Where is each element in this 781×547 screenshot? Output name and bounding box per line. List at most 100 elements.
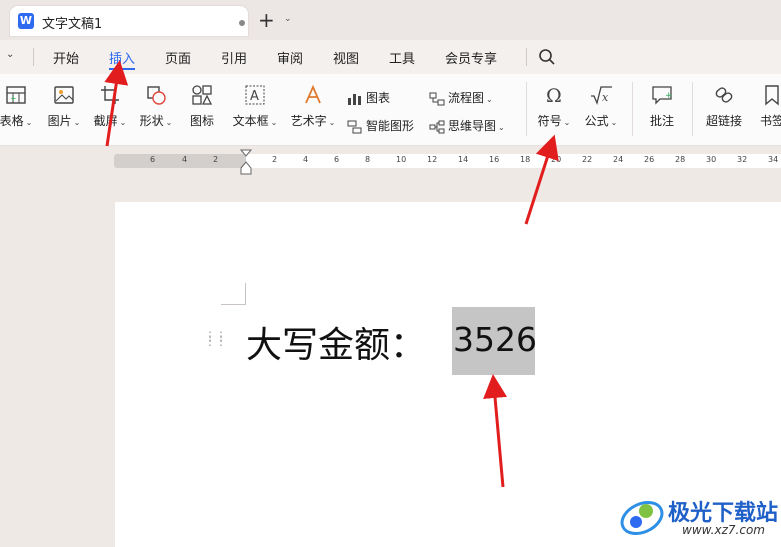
screenshot-button[interactable]: 截屏 ⌄ — [92, 84, 128, 129]
drag-handle-icon[interactable]: ⋮⋮ ⋮⋮ — [204, 330, 227, 347]
amount-value-selected[interactable]: 3526 — [453, 320, 537, 359]
ruler-tick: 6 — [334, 155, 340, 164]
textbox-label: 文本框 — [232, 114, 269, 128]
ruler-tick: 24 — [613, 155, 624, 164]
divider — [33, 48, 34, 66]
menu-tools[interactable]: 工具 — [389, 48, 415, 67]
table-label: 表格 — [0, 114, 24, 128]
margin-corner-mark — [221, 283, 246, 305]
textbox-button[interactable]: A 文本框 ⌄ — [230, 84, 280, 129]
menu-view[interactable]: 视图 — [333, 48, 359, 67]
symbol-label: 符号 — [537, 114, 562, 128]
ribbon-divider — [632, 82, 633, 136]
ruler-tick: 8 — [365, 155, 371, 164]
amount-label[interactable]: 大写金额： — [246, 316, 426, 368]
watermark-logo-icon — [620, 501, 664, 535]
link-icon — [715, 87, 733, 103]
smartart-icon — [347, 120, 362, 133]
search-icon[interactable] — [538, 48, 556, 66]
bookmark-label: 书签 — [759, 114, 781, 128]
ruler-tick: 18 — [520, 155, 531, 164]
ruler-margin — [114, 154, 246, 168]
wordart-button[interactable]: 艺术字 ⌄ — [288, 84, 338, 129]
divider — [526, 48, 527, 66]
hyperlink-label: 超链接 — [705, 114, 742, 128]
icon-label: 图标 — [189, 114, 214, 128]
ribbon-divider — [692, 82, 693, 136]
menu-review[interactable]: 审阅 — [277, 48, 303, 67]
shape-label: 形状 — [139, 114, 164, 128]
menu-bar: ⌄ 开始 插入 页面 引用 审阅 视图 工具 会员专享 — [0, 40, 781, 74]
textbox-icon: A — [245, 85, 265, 105]
chart-button[interactable]: 图表 — [347, 89, 390, 106]
omega-icon: Ω — [546, 85, 562, 106]
shape-button[interactable]: 形状 ⌄ — [138, 84, 174, 129]
menu-start[interactable]: 开始 — [53, 48, 79, 67]
menu-page[interactable]: 页面 — [165, 48, 191, 67]
wordart-label: 艺术字 — [290, 114, 327, 128]
chevron-down-icon[interactable]: ⌄ — [284, 14, 292, 24]
unsaved-dot-icon[interactable] — [239, 20, 245, 26]
ruler-tick: 2 — [213, 155, 219, 164]
svg-text:+: + — [665, 91, 673, 101]
picture-label: 图片 — [47, 114, 72, 128]
document-tab[interactable]: W 文字文稿1 — [10, 6, 248, 36]
ruler-body — [246, 154, 781, 168]
collapse-chevron-icon[interactable]: ⌄ — [6, 49, 14, 60]
ruler: 6 4 2 2 4 6 8 10 12 14 16 18 20 22 24 26 28 30 32 34 — [0, 146, 781, 202]
picture-icon — [54, 86, 74, 104]
wordart-icon — [305, 84, 321, 104]
title-bar: W 文字文稿1 + ⌄ — [0, 0, 781, 40]
svg-text:+: + — [10, 94, 17, 103]
mindmap-button[interactable]: 思维导图 ⌄ — [429, 117, 505, 134]
ruler-tick: 4 — [303, 155, 309, 164]
ruler-tick: 20 — [551, 155, 562, 164]
formula-icon: x — [591, 86, 612, 106]
wps-writer-icon: W — [18, 13, 34, 29]
ruler-tick: 30 — [706, 155, 717, 164]
icon-button[interactable]: 图标 — [186, 84, 218, 129]
shape-icon — [147, 86, 166, 105]
mindmap-icon — [429, 120, 445, 133]
ruler-tick: 22 — [582, 155, 593, 164]
svg-text:x: x — [602, 91, 609, 104]
ruler-tick: 28 — [675, 155, 686, 164]
smartart-button[interactable]: 智能图形 — [347, 117, 414, 134]
ruler-tick: 32 — [737, 155, 748, 164]
flowchart-button[interactable]: 流程图 ⌄ — [429, 89, 493, 106]
picture-button[interactable]: 图片 ⌄ — [46, 84, 82, 129]
comment-icon: + — [652, 86, 673, 105]
svg-text:A: A — [250, 89, 259, 104]
active-tab-underline — [109, 68, 135, 70]
ruler-tick: 10 — [396, 155, 407, 164]
table-button[interactable]: + 表格 ⌄ — [0, 84, 34, 129]
icons-grid-icon — [192, 85, 213, 105]
menu-member[interactable]: 会员专享 — [445, 48, 497, 67]
flowchart-icon — [429, 92, 445, 105]
screenshot-label: 截屏 — [93, 114, 118, 128]
ruler-tick: 4 — [182, 155, 188, 164]
hyperlink-button[interactable]: 超链接 — [704, 84, 744, 129]
ruler-tick: 16 — [489, 155, 500, 164]
chart-icon — [348, 93, 361, 105]
ruler-tick: 2 — [272, 155, 278, 164]
menu-reference[interactable]: 引用 — [221, 48, 247, 67]
comment-button[interactable]: + 批注 — [646, 84, 678, 129]
ribbon-insert: + 表格 ⌄ 图片 ⌄ 截屏 ⌄ 形状 ⌄ 图标 A 文本框 ⌄ 艺术字 ⌄ 图表 智能图形… — [0, 74, 781, 146]
comment-label: 批注 — [649, 114, 674, 128]
symbol-button[interactable]: Ω 符号 ⌄ — [534, 84, 574, 129]
table-icon: + — [6, 86, 26, 104]
formula-label: 公式 — [584, 114, 609, 128]
ruler-tick: 34 — [768, 155, 779, 164]
ruler-tick: 6 — [150, 155, 156, 164]
formula-button[interactable]: x 公式 ⌄ — [581, 84, 621, 129]
indent-marker-icon[interactable] — [240, 149, 252, 175]
menu-insert[interactable]: 插入 — [109, 48, 135, 67]
new-tab-plus-icon[interactable]: + — [258, 8, 275, 32]
ruler-tick: 12 — [427, 155, 438, 164]
ribbon-divider — [526, 82, 527, 136]
bookmark-icon — [765, 85, 779, 106]
watermark-url: www.xz7.com — [682, 523, 765, 537]
bookmark-button[interactable]: 书签 — [756, 84, 781, 129]
document-tab-title: 文字文稿1 — [42, 17, 103, 32]
